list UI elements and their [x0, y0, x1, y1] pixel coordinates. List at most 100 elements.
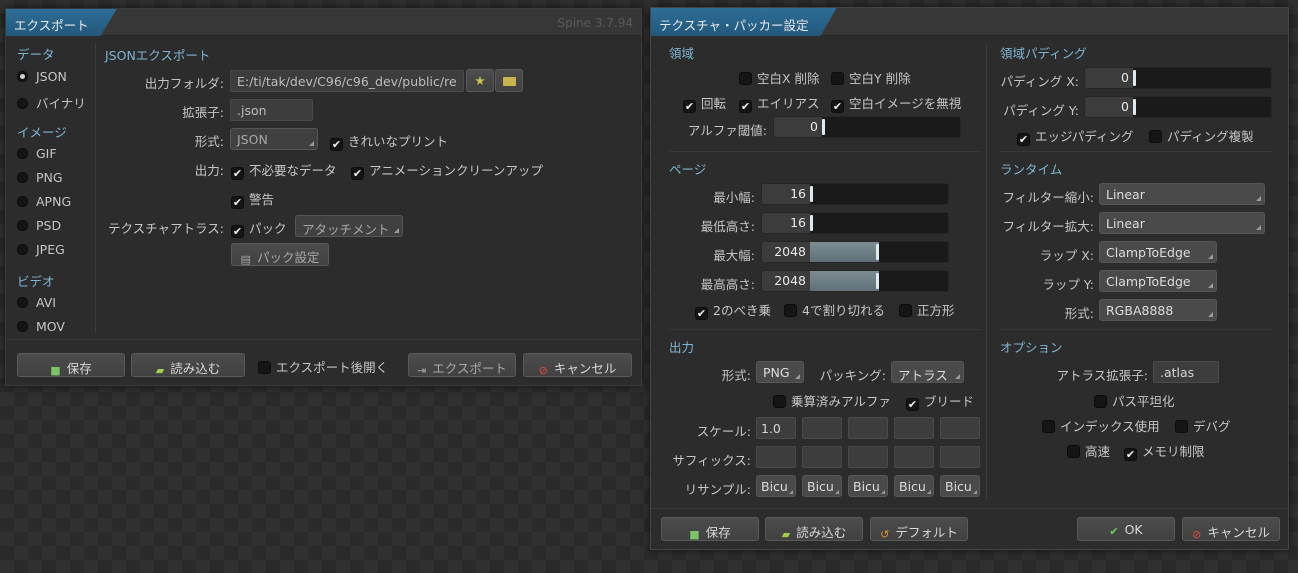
atlas-extension-input[interactable]: .atlas — [1153, 361, 1219, 383]
radio-mov-indicator — [17, 321, 28, 332]
browse-folder-button[interactable] — [495, 69, 523, 92]
radio-apng-indicator — [17, 196, 28, 207]
pack-settings-button[interactable]: ▤ パック設定 — [231, 243, 329, 266]
output-format-dropdown[interactable]: PNG — [756, 361, 804, 383]
radio-avi[interactable]: AVI — [17, 295, 56, 310]
min-width-knob[interactable] — [810, 186, 813, 202]
resample-dropdown-4[interactable]: Bicu — [894, 475, 934, 497]
scale-input-3[interactable] — [848, 417, 888, 439]
padding-x-slider[interactable]: 0 — [1084, 67, 1272, 89]
default-button[interactable]: ↺ デフォルト — [870, 517, 968, 541]
premultiplied-alpha-checkbox[interactable]: 乗算済みアルファ — [773, 391, 891, 410]
extension-input[interactable]: .json — [230, 99, 313, 121]
radio-binary[interactable]: バイナリ — [17, 93, 86, 112]
ignore-blank-checkbox[interactable]: ✔ 空白イメージを無視 — [831, 93, 961, 113]
fast-checkbox[interactable]: 高速 — [1067, 441, 1110, 460]
radio-psd[interactable]: PSD — [17, 218, 61, 233]
max-width-knob[interactable] — [876, 244, 879, 260]
radio-gif[interactable]: GIF — [17, 146, 57, 161]
scale-input-4[interactable] — [894, 417, 934, 439]
export-titlebar[interactable]: エクスポート Spine 3.7.94 — [6, 9, 641, 36]
suffix-input-5[interactable] — [940, 446, 980, 468]
padding-y-knob[interactable] — [1133, 99, 1136, 115]
strip-y-checkbox[interactable]: 空白Y 削除 — [831, 68, 911, 87]
scale-input-2[interactable] — [802, 417, 842, 439]
packer-cancel-button[interactable]: ⊘ キャンセル — [1182, 517, 1280, 541]
wrap-y-dropdown[interactable]: ClampToEdge — [1099, 270, 1217, 292]
wrap-x-dropdown[interactable]: ClampToEdge — [1099, 241, 1217, 263]
radio-json[interactable]: JSON — [17, 69, 67, 84]
alpha-threshold-knob[interactable] — [822, 119, 825, 135]
resample-dropdown-2[interactable]: Bicu — [802, 475, 842, 497]
suffix-input-3[interactable] — [848, 446, 888, 468]
max-width-slider[interactable]: 2048 — [761, 241, 949, 263]
pack-checkbox[interactable]: ✔ パック — [231, 218, 287, 238]
export-window: エクスポート Spine 3.7.94 データ JSON バイナリ イメージ G… — [5, 8, 642, 386]
min-height-slider[interactable]: 16 — [761, 212, 949, 234]
wrap-x-label: ラップ X: — [1039, 248, 1094, 263]
warnings-checkbox[interactable]: ✔ 警告 — [231, 189, 274, 209]
export-load-button[interactable]: ▰ 読み込む — [131, 353, 245, 377]
radio-jpeg[interactable]: JPEG — [17, 242, 65, 257]
rotation-checkbox[interactable]: ✔ 回転 — [683, 93, 726, 113]
packer-window: テクスチャ・パッカー設定 領域 空白X 削除 空白Y 削除 ✔ 回転 ✔ エイリアス… — [650, 7, 1289, 550]
pack-check: ✔ — [231, 225, 244, 238]
scale-input-1[interactable]: 1.0 — [756, 417, 796, 439]
format-dropdown[interactable]: JSON — [230, 128, 318, 150]
packer-load-button[interactable]: ▰ 読み込む — [765, 517, 863, 541]
flatten-paths-checkbox[interactable]: パス平坦化 — [1094, 391, 1175, 410]
output-folder-input[interactable]: E:/ti/tak/dev/C96/c96_dev/public/re — [230, 70, 464, 92]
padding-y-slider[interactable]: 0 — [1084, 96, 1272, 118]
warnings-check: ✔ — [231, 196, 244, 209]
padding-x-knob[interactable] — [1133, 70, 1136, 86]
max-height-knob[interactable] — [876, 273, 879, 289]
limit-memory-checkbox[interactable]: ✔ メモリ制限 — [1124, 441, 1205, 461]
strip-x-checkbox[interactable]: 空白X 削除 — [739, 68, 820, 87]
edge-padding-checkbox[interactable]: ✔ エッジパディング — [1017, 126, 1133, 146]
export-cancel-button[interactable]: ⊘ キャンセル — [523, 353, 632, 377]
runtime-format-dropdown[interactable]: RGBA8888 — [1099, 299, 1217, 321]
max-height-slider[interactable]: 2048 — [761, 270, 949, 292]
pretty-print-checkbox[interactable]: ✔ きれいなプリント — [330, 131, 448, 151]
use-indexes-checkbox[interactable]: インデックス使用 — [1042, 416, 1160, 435]
packing-dropdown[interactable]: アトラス — [891, 361, 964, 383]
export-save-button[interactable]: ■ 保存 — [17, 353, 125, 377]
star-icon: ★ — [474, 73, 486, 88]
debug-checkbox[interactable]: デバグ — [1175, 416, 1231, 435]
favorite-folder-button[interactable]: ★ — [466, 69, 494, 92]
suffix-input-4[interactable] — [894, 446, 934, 468]
radio-binary-indicator — [17, 98, 28, 109]
square-checkbox[interactable]: 正方形 — [899, 300, 955, 319]
radio-avi-indicator — [17, 297, 28, 308]
radio-png[interactable]: PNG — [17, 170, 63, 185]
open-after-export-checkbox[interactable]: エクスポート後開く — [258, 357, 388, 376]
radio-apng[interactable]: APNG — [17, 194, 71, 209]
attachment-dropdown[interactable]: アタッチメント — [295, 215, 403, 237]
suffix-input-1[interactable] — [756, 446, 796, 468]
power-of-two-checkbox[interactable]: ✔ 2のべき乗 — [695, 300, 771, 320]
alias-checkbox[interactable]: ✔ エイリアス — [739, 93, 820, 113]
scale-input-5[interactable] — [940, 417, 980, 439]
filter-mag-dropdown[interactable]: Linear — [1099, 212, 1265, 234]
duplicate-padding-checkbox[interactable]: パディング複製 — [1149, 126, 1254, 145]
resample-dropdown-5[interactable]: Bicu — [940, 475, 980, 497]
output-folder-label: 出力フォルダ: — [144, 76, 224, 91]
animation-cleanup-checkbox[interactable]: ✔ アニメーションクリーンアップ — [351, 160, 543, 180]
ok-button[interactable]: ✔ OK — [1077, 517, 1175, 541]
packer-save-button[interactable]: ■ 保存 — [661, 517, 759, 541]
packer-titlebar[interactable]: テクスチャ・パッカー設定 — [651, 8, 1288, 36]
filter-min-dropdown[interactable]: Linear — [1099, 183, 1265, 205]
bleed-checkbox[interactable]: ✔ ブリード — [906, 391, 974, 411]
resample-dropdown-1[interactable]: Bicu — [756, 475, 796, 497]
alpha-threshold-slider[interactable]: 0 — [773, 116, 961, 138]
min-width-slider[interactable]: 16 — [761, 183, 949, 205]
unneeded-data-checkbox[interactable]: ✔ 不必要なデータ — [231, 160, 337, 180]
fast-check — [1067, 445, 1080, 458]
min-height-knob[interactable] — [810, 215, 813, 231]
resample-dropdown-3[interactable]: Bicu — [848, 475, 888, 497]
divisible-by-4-checkbox[interactable]: 4で割り切れる — [784, 300, 885, 319]
suffix-input-2[interactable] — [802, 446, 842, 468]
radio-mov[interactable]: MOV — [17, 319, 65, 334]
export-button[interactable]: ⇥ エクスポート — [408, 353, 516, 377]
open-after-export-check — [258, 361, 271, 374]
